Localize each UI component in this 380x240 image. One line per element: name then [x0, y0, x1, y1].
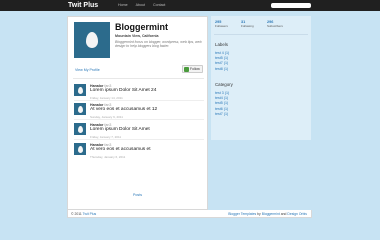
label-item[interactable]: test8 (1) [215, 67, 229, 72]
egg-icon [77, 86, 83, 94]
footer-design-link[interactable]: Design Orbis [287, 212, 307, 216]
egg-icon [77, 145, 83, 153]
site-brand[interactable]: Twit Plus [68, 0, 98, 11]
follow-button[interactable]: Follow [182, 65, 203, 73]
nav-contact[interactable]: Contact [153, 0, 165, 11]
tweet-item: Hanalorfan3 At vero eos et accusamus et … [74, 103, 204, 121]
footer: © 2011 Twit Plus Blogger Templates by Bl… [67, 210, 312, 218]
tweet-item: Hanalorfan3 Lorem ipsum Dolor Sit Amet 2… [74, 84, 204, 102]
tweet-divider [74, 139, 204, 140]
tweet-avatar[interactable] [74, 103, 86, 115]
follow-label: Follow [190, 67, 200, 71]
category-item[interactable]: test5 (1) [215, 101, 229, 106]
category-list: test 3 (1) test4 (1) test5 (1) test6 (1)… [215, 91, 229, 117]
tweet-text: At vero eos et accusamus et 12 [90, 107, 158, 112]
profile-bio: Bloggermint focus on blogger, wordpress,… [115, 40, 202, 49]
tweet-item: Hanalorfan3 Lorem ipsum Dolor Sit Amet F… [74, 123, 204, 141]
labels-heading: Labels [215, 42, 228, 47]
tweet-text: At vero eos et accusamus et [90, 147, 151, 152]
tweet-divider [74, 100, 204, 101]
labels-list: test 4 (1) test5 (1) test7 (1) test8 (1) [215, 51, 229, 72]
top-nav: Home About Contact [118, 0, 165, 11]
tweet-date[interactable]: Thursday, January 6, 2011 [90, 155, 125, 159]
main-panel: Bloggermint Mountain View, California Bl… [67, 16, 208, 216]
egg-icon [77, 105, 83, 113]
sidebar-divider [214, 34, 308, 35]
profile-divider [73, 78, 204, 79]
footer-site-link[interactable]: Twit Plus [83, 212, 97, 216]
tweet-avatar[interactable] [74, 123, 86, 135]
tweet-text: Lorem ipsum Dolor Sit Amet 24 [90, 88, 157, 93]
tweet-avatar[interactable] [74, 84, 86, 96]
sidebar: 295 Followers 31 Following 296 Subscribe… [211, 16, 311, 140]
nav-about[interactable]: About [136, 0, 145, 11]
footer-templates-link[interactable]: Blogger Templates [228, 212, 256, 216]
profile-location: Mountain View, California [115, 34, 159, 38]
footer-author-link[interactable]: Bloggermint [262, 212, 280, 216]
label-item[interactable]: test7 (1) [215, 61, 229, 66]
footer-credits: Blogger Templates by Bloggermint and Des… [228, 212, 307, 216]
egg-icon [86, 32, 98, 48]
egg-icon [77, 125, 83, 133]
tweet-avatar[interactable] [74, 143, 86, 155]
stat-subscribers[interactable]: 296 Subscribers [267, 20, 297, 28]
tweet-text: Lorem ipsum Dolor Sit Amet [90, 127, 150, 132]
tweet-item: Hanalorfan3 At vero eos et accusamus et … [74, 143, 204, 161]
category-item[interactable]: test7 (1) [215, 112, 229, 117]
search-input[interactable] [271, 3, 311, 8]
category-heading: Category [215, 82, 233, 87]
tweet-divider [74, 119, 204, 120]
view-profile-link[interactable]: View My Profile [75, 68, 100, 72]
posts-link[interactable]: Posts [133, 193, 142, 197]
nav-home[interactable]: Home [118, 0, 128, 11]
profile-avatar [74, 22, 110, 58]
footer-copyright: © 2011 Twit Plus [71, 212, 97, 216]
follow-icon [184, 66, 189, 72]
top-navbar: Twit Plus Home About Contact [0, 0, 380, 11]
profile-name: Bloggermint [115, 22, 168, 32]
